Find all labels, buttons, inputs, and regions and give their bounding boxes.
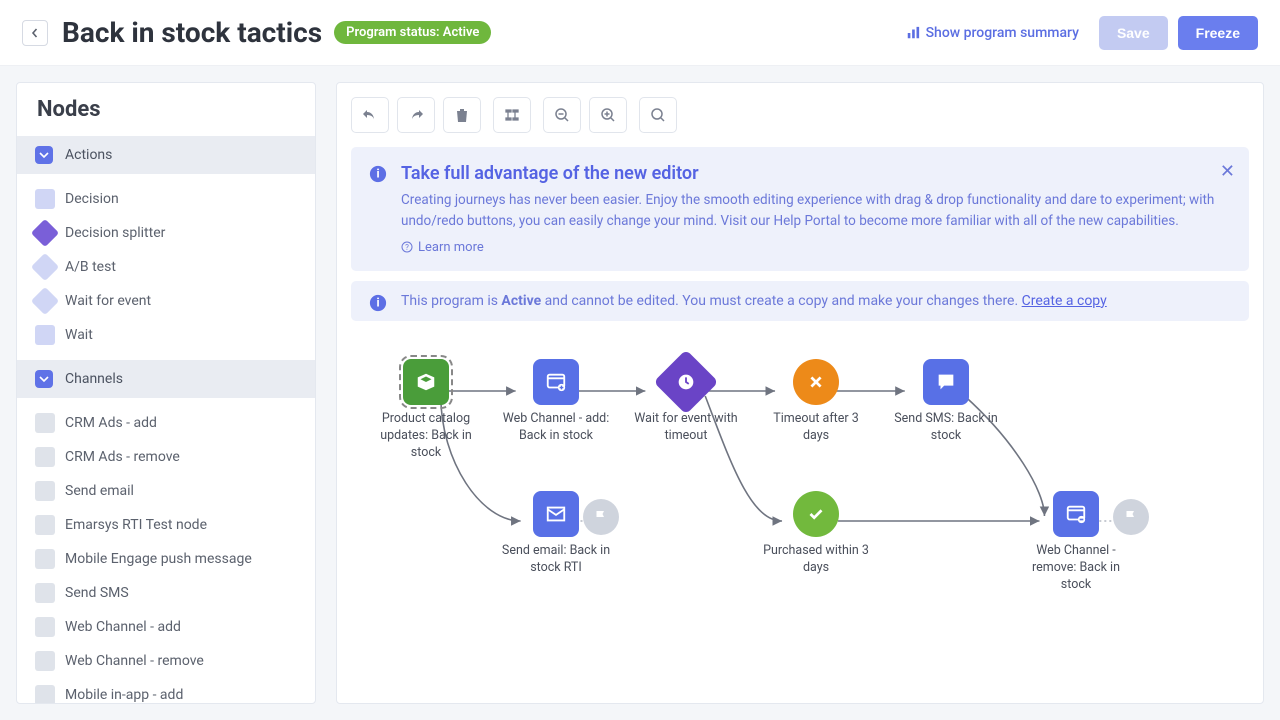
- chevron-down-icon: [35, 146, 53, 164]
- node-send-sms[interactable]: Send SMS: [17, 576, 315, 610]
- active-notice: i This program is Active and cannot be e…: [351, 281, 1249, 321]
- sms-icon: [935, 371, 957, 393]
- node-ab-test[interactable]: A/B test: [17, 250, 315, 284]
- web-remove-icon: [35, 651, 55, 671]
- sms-icon: [35, 583, 55, 603]
- node-send-email[interactable]: Send email: [17, 474, 315, 508]
- show-summary-label: Show program summary: [926, 25, 1079, 41]
- node-decision[interactable]: Decision: [17, 182, 315, 216]
- flag-icon: [1122, 508, 1140, 526]
- page-title: Back in stock tactics: [62, 16, 322, 49]
- category-label: Actions: [65, 147, 112, 163]
- crm-add-icon: [35, 413, 55, 433]
- trash-icon: [454, 107, 470, 123]
- redo-icon: [408, 107, 424, 123]
- flow-node-timeout[interactable]: Timeout after 3 days: [761, 359, 871, 445]
- freeze-button[interactable]: Freeze: [1178, 16, 1258, 50]
- web-add-icon: [35, 617, 55, 637]
- flow-node-web-add[interactable]: Web Channel - add: Back in stock: [501, 359, 611, 445]
- svg-text:?: ?: [405, 243, 409, 252]
- nodes-sidebar: Nodes Actions Decision Decision splitter…: [16, 82, 316, 704]
- node-web-channel-remove[interactable]: Web Channel - remove: [17, 644, 315, 678]
- zoom-out-button[interactable]: [543, 97, 581, 133]
- splitter-icon: [31, 219, 59, 247]
- flow-end-2: [1106, 499, 1156, 541]
- crm-remove-icon: [35, 447, 55, 467]
- chevron-left-icon: [30, 28, 40, 38]
- funnel-icon: [35, 189, 55, 209]
- banner-title: Take full advantage of the new editor: [401, 163, 1229, 184]
- web-add-icon: [545, 371, 567, 393]
- category-label: Channels: [65, 371, 123, 387]
- node-crm-ads-remove[interactable]: CRM Ads - remove: [17, 440, 315, 474]
- flow-node-wait-event[interactable]: Wait for event with timeout: [631, 359, 741, 445]
- flow-node-sms[interactable]: Send SMS: Back in stock: [891, 359, 1001, 445]
- node-rti-test[interactable]: Emarsys RTI Test node: [17, 508, 315, 542]
- undo-button[interactable]: [351, 97, 389, 133]
- zoom-in-button[interactable]: [589, 97, 627, 133]
- package-icon: [415, 371, 437, 393]
- canvas-toolbar: [351, 97, 1249, 133]
- flow-diagram[interactable]: Product catalog updates: Back in stock W…: [351, 341, 1249, 641]
- info-icon: i: [369, 294, 387, 312]
- email-icon: [545, 503, 567, 525]
- layout-button[interactable]: [493, 97, 531, 133]
- bar-chart-icon: [906, 26, 920, 40]
- save-button[interactable]: Save: [1099, 16, 1168, 50]
- status-badge: Program status: Active: [334, 21, 491, 44]
- svg-text:i: i: [376, 295, 379, 309]
- zoom-out-icon: [554, 107, 570, 123]
- category-actions[interactable]: Actions: [17, 136, 315, 174]
- node-mobile-inapp-add[interactable]: Mobile in-app - add: [17, 678, 315, 704]
- show-summary-link[interactable]: Show program summary: [906, 25, 1079, 41]
- chevron-down-icon: [35, 370, 53, 388]
- inapp-icon: [35, 685, 55, 704]
- x-icon: [805, 371, 827, 393]
- check-icon: [805, 503, 827, 525]
- flag-icon: [592, 508, 610, 526]
- sidebar-title: Nodes: [17, 83, 315, 136]
- info-icon: i: [369, 165, 387, 183]
- wait-icon: [35, 325, 55, 345]
- node-decision-splitter[interactable]: Decision splitter: [17, 216, 315, 250]
- node-web-channel-add[interactable]: Web Channel - add: [17, 610, 315, 644]
- node-wait-for-event[interactable]: Wait for event: [17, 284, 315, 318]
- category-channels[interactable]: Channels: [17, 360, 315, 398]
- svg-text:i: i: [376, 167, 379, 181]
- ab-test-icon: [31, 253, 59, 281]
- undo-icon: [362, 107, 378, 123]
- fit-button[interactable]: [639, 97, 677, 133]
- node-crm-ads-add[interactable]: CRM Ads - add: [17, 406, 315, 440]
- editor-banner: i ✕ Take full advantage of the new edito…: [351, 147, 1249, 271]
- node-wait[interactable]: Wait: [17, 318, 315, 352]
- banner-close-button[interactable]: ✕: [1220, 161, 1235, 182]
- zoom-in-icon: [600, 107, 616, 123]
- fit-icon: [650, 107, 666, 123]
- email-icon: [35, 481, 55, 501]
- banner-learn-more[interactable]: ? Learn more: [401, 240, 1229, 255]
- rti-icon: [35, 515, 55, 535]
- banner-body: Creating journeys has never been easier.…: [401, 190, 1229, 232]
- canvas[interactable]: i ✕ Take full advantage of the new edito…: [336, 82, 1264, 704]
- flow-node-purchased[interactable]: Purchased within 3 days: [761, 491, 871, 577]
- create-copy-link[interactable]: Create a copy: [1022, 293, 1107, 309]
- flow-node-catalog[interactable]: Product catalog updates: Back in stock: [371, 359, 481, 462]
- back-button[interactable]: [22, 20, 48, 46]
- wait-event-icon: [31, 287, 59, 315]
- flow-end-1: [576, 499, 626, 541]
- web-remove-icon: [1065, 503, 1087, 525]
- clock-icon: [675, 371, 697, 393]
- node-mobile-push[interactable]: Mobile Engage push message: [17, 542, 315, 576]
- help-icon: ?: [401, 241, 413, 253]
- push-icon: [35, 549, 55, 569]
- redo-button[interactable]: [397, 97, 435, 133]
- delete-button[interactable]: [443, 97, 481, 133]
- layout-icon: [504, 107, 520, 123]
